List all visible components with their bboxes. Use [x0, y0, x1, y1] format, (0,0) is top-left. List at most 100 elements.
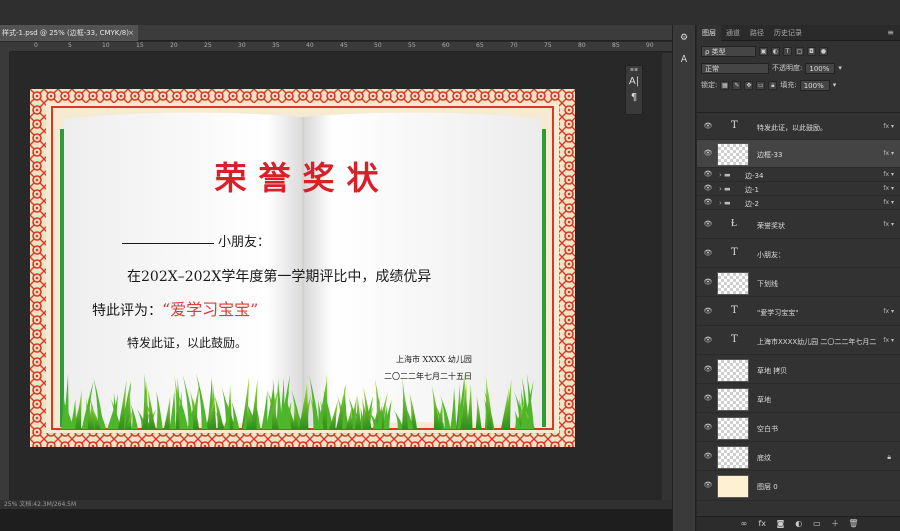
lock-artboard-icon[interactable]: ▭ — [756, 80, 766, 90]
tab-paths[interactable]: 路径 — [745, 25, 769, 41]
visibility-eye-icon[interactable]: 👁︎ — [703, 220, 713, 228]
visibility-eye-icon[interactable]: 👁︎ — [703, 184, 713, 192]
layer-row[interactable]: 👁︎ › ▬ 边-34 fx ▾ — [697, 168, 900, 182]
lock-image-icon[interactable]: ✎ — [732, 80, 742, 90]
lock-all-icon[interactable]: 🔒︎ — [768, 80, 778, 90]
layer-name: 边框-33 — [757, 151, 783, 159]
certificate-issuer: 上海市 XXXX 幼儿园 — [396, 355, 472, 364]
panel-grip-icon[interactable]: ▪▪ — [626, 66, 642, 74]
document-tab-bar: 样式-1.psd @ 25% (边框-33, CMYK/8) × — [0, 25, 672, 41]
blend-mode-select[interactable]: 正常 — [701, 62, 769, 74]
vertical-scrollbar[interactable] — [662, 53, 672, 500]
layer-row[interactable]: 👁︎ › ▬ 边-2 fx ▾ — [697, 196, 900, 210]
layer-effects-icon[interactable]: fx ▾ — [883, 308, 894, 315]
layer-row[interactable]: 👁︎ 草地 拷贝 — [697, 355, 900, 384]
visibility-eye-icon[interactable]: 👁︎ — [703, 170, 713, 178]
properties-panel-icon[interactable]: ⚙ — [673, 29, 695, 47]
collapsed-panels-strip: ⚙ Ａ — [672, 25, 696, 531]
layer-name: 下划线 — [757, 280, 778, 288]
filter-toggle-icon[interactable]: ● — [819, 46, 828, 56]
layer-name: 边-1 — [745, 186, 759, 194]
tab-history[interactable]: 历史记录 — [769, 25, 807, 41]
filter-shape-icon[interactable]: ▢ — [795, 46, 804, 56]
layer-row[interactable]: 👁︎ T 特发此证，以此鼓励。 fx ▾ — [697, 113, 900, 140]
filter-smart-icon[interactable]: ◘ — [807, 46, 816, 56]
layer-row[interactable]: 👁︎ 草地 — [697, 384, 900, 413]
adjustments-panel-icon[interactable]: Ａ — [673, 51, 695, 69]
group-folder-icon[interactable]: › ▬ — [719, 199, 731, 207]
layer-effects-icon[interactable]: fx ▾ — [883, 337, 894, 344]
opacity-label: 不透明度: — [772, 64, 803, 72]
link-layers-icon[interactable]: ∞ — [737, 517, 751, 531]
visibility-eye-icon[interactable]: 👁︎ — [703, 481, 713, 489]
filter-pixel-icon[interactable]: ▣ — [759, 46, 768, 56]
layer-effects-icon[interactable]: fx ▾ — [883, 123, 894, 130]
adjustment-layer-icon[interactable]: ◐ — [792, 517, 806, 531]
group-folder-icon[interactable]: › ▬ — [719, 171, 731, 179]
add-mask-icon[interactable]: ◙ — [773, 517, 787, 531]
visibility-eye-icon[interactable]: 👁︎ — [703, 249, 713, 257]
fill-dropdown-icon[interactable]: ▾ — [833, 81, 837, 89]
filter-adjust-icon[interactable]: ◐ — [771, 46, 780, 56]
layer-row[interactable]: 👁︎ › ▬ 边-1 fx ▾ — [697, 182, 900, 196]
layer-row[interactable]: 👁︎ T "爱学习宝宝" fx ▾ — [697, 297, 900, 326]
layer-row[interactable]: 👁︎ T 上海市XXXX幼儿园 二〇二二年七月二... fx ▾ — [697, 326, 900, 355]
visibility-eye-icon[interactable]: 👁︎ — [703, 394, 713, 402]
new-group-icon[interactable]: ▭ — [810, 517, 824, 531]
ruler-tick-label: 85 — [612, 42, 620, 49]
close-tab-icon[interactable]: × — [128, 25, 134, 41]
layer-name: 草地 拷贝 — [757, 367, 788, 375]
warp-text-layer-icon: Ɫ — [731, 218, 738, 229]
opacity-dropdown-icon[interactable]: ▾ — [838, 64, 842, 72]
layer-row[interactable]: 👁︎ 图层 0 — [697, 471, 900, 501]
group-folder-icon[interactable]: › ▬ — [719, 185, 731, 193]
lock-row: 锁定: ▦ ✎ ✥ ▭ 🔒︎ 填充: 100% ▾ — [697, 78, 900, 92]
tab-layers[interactable]: 图层 — [697, 25, 721, 41]
opacity-input[interactable]: 100% — [805, 62, 836, 74]
horizontal-ruler[interactable]: 0 5 10 15 20 25 30 35 40 45 50 55 60 65 70 75 80 85 90 — [10, 42, 672, 52]
ruler-tick-label: 65 — [476, 42, 484, 49]
panel-menu-icon[interactable]: ≡ — [887, 25, 894, 41]
certificate-artwork[interactable]: 荣誉奖状 小朋友： 在202X–202X学年度第一学期评比中，成绩优异 特此评为… — [30, 89, 575, 447]
paragraph-panel-icon[interactable]: ¶ — [626, 90, 642, 106]
visibility-eye-icon[interactable]: 👁︎ — [703, 198, 713, 206]
horizontal-scrollbar[interactable] — [0, 509, 672, 531]
text-layer-icon: T — [731, 305, 738, 316]
tab-channels[interactable]: 通道 — [721, 25, 745, 41]
ruler-tick-label: 45 — [340, 42, 348, 49]
layer-effects-icon[interactable]: fx ▾ — [883, 150, 894, 157]
layer-style-icon[interactable]: fx — [755, 517, 769, 531]
character-panel-icon[interactable]: A| — [626, 74, 642, 90]
lock-transparent-icon[interactable]: ▦ — [720, 80, 730, 90]
layer-row[interactable]: 👁︎ Ɫ 荣誉奖状 fx ▾ — [697, 210, 900, 239]
layer-effects-icon[interactable]: fx ▾ — [883, 199, 894, 206]
layer-effects-icon[interactable]: fx ▾ — [883, 171, 894, 178]
visibility-eye-icon[interactable]: 👁︎ — [703, 423, 713, 431]
layer-name: 图层 0 — [757, 483, 778, 491]
layer-row[interactable]: 👁︎ 底纹 🔒︎ — [697, 442, 900, 471]
visibility-eye-icon[interactable]: 👁︎ — [703, 452, 713, 460]
layer-effects-icon[interactable]: fx ▾ — [883, 185, 894, 192]
visibility-eye-icon[interactable]: 👁︎ — [703, 122, 713, 130]
visibility-eye-icon[interactable]: 👁︎ — [703, 278, 713, 286]
document-tab[interactable]: 样式-1.psd @ 25% (边框-33, CMYK/8) × — [0, 25, 138, 41]
layer-filter-select[interactable]: ρ 类型 — [701, 45, 756, 57]
layer-row[interactable]: 👁︎ 空白书 — [697, 413, 900, 442]
fill-input[interactable]: 100% — [799, 79, 830, 91]
vertical-ruler[interactable] — [0, 52, 10, 500]
visibility-eye-icon[interactable]: 👁︎ — [703, 149, 713, 157]
visibility-eye-icon[interactable]: 👁︎ — [703, 336, 713, 344]
visibility-eye-icon[interactable]: 👁︎ — [703, 365, 713, 373]
layer-row[interactable]: 👁︎ 边框-33 fx ▾ — [697, 140, 900, 168]
layer-row[interactable]: 👁︎ 下划线 — [697, 268, 900, 297]
layer-row[interactable]: 👁︎ T 小朋友： — [697, 239, 900, 268]
visibility-eye-icon[interactable]: 👁︎ — [703, 307, 713, 315]
delete-layer-icon[interactable]: 🗑︎ — [846, 517, 860, 531]
layer-name: 边-34 — [745, 172, 764, 180]
floating-character-panel: ▪▪ A| ¶ — [625, 65, 643, 115]
new-layer-icon[interactable]: ＋ — [828, 517, 842, 531]
text-layer-icon: T — [731, 120, 738, 131]
layer-effects-icon[interactable]: fx ▾ — [883, 221, 894, 228]
filter-type-icon[interactable]: T — [783, 46, 792, 56]
lock-position-icon[interactable]: ✥ — [744, 80, 754, 90]
